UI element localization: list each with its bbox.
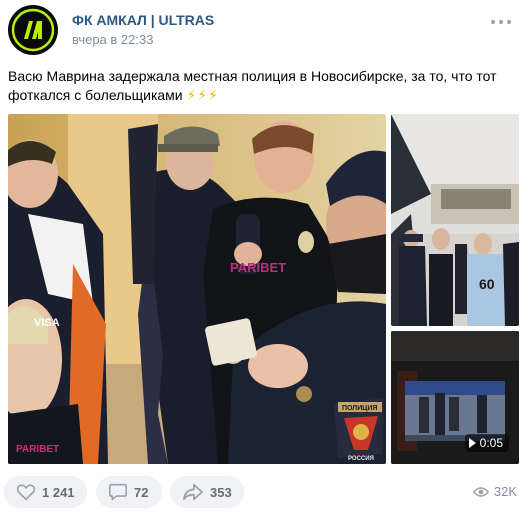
side-photo-hallway[interactable]: 60 — [391, 114, 519, 326]
views-count: 32K — [493, 484, 517, 499]
post-text-body: Васю Маврина задержала местная полиция в… — [8, 68, 497, 103]
post-time[interactable]: вчера в 22:33 — [72, 32, 153, 47]
post-footer: 1 241 72 353 32K — [0, 474, 525, 510]
jersey-sponsor-label: PARIBET — [230, 260, 286, 275]
more-options-icon[interactable] — [491, 14, 511, 30]
jersey-number-label: 60 — [479, 276, 495, 292]
video-thumbnail[interactable]: 0:05 — [391, 331, 519, 464]
main-photo[interactable]: VISA PARIBET PARIBET ПОЛИЦИЯ РОССИЯ — [8, 114, 386, 464]
video-duration-badge: 0:05 — [464, 434, 509, 452]
share-count: 353 — [210, 484, 232, 500]
police-patch-country-label: РОССИЯ — [348, 456, 374, 462]
share-icon — [183, 483, 203, 501]
comment-button[interactable]: 72 — [96, 476, 162, 508]
jersey-sponsor-label: VISA — [34, 317, 60, 329]
jersey-sponsor-label: PARIBET — [16, 444, 59, 455]
lightning-emoji: ⚡⚡⚡ — [186, 87, 220, 103]
play-icon — [468, 438, 476, 448]
post-text: Васю Маврина задержала местная полиция в… — [8, 67, 508, 105]
share-button[interactable]: 353 — [170, 476, 244, 508]
like-count: 1 241 — [42, 484, 75, 500]
eye-icon — [472, 486, 489, 497]
police-patch-label: ПОЛИЦИЯ — [342, 405, 377, 412]
heart-icon — [16, 484, 36, 501]
post-header: ФК АМКАЛ | ULTRAS вчера в 22:33 — [0, 0, 525, 60]
like-button[interactable]: 1 241 — [4, 476, 87, 508]
post-author-link[interactable]: ФК АМКАЛ | ULTRAS — [72, 12, 214, 28]
video-duration: 0:05 — [479, 436, 503, 450]
comment-count: 72 — [134, 484, 149, 500]
community-avatar[interactable] — [8, 5, 58, 55]
views-counter: 32K — [472, 484, 517, 499]
comment-icon — [109, 483, 127, 501]
